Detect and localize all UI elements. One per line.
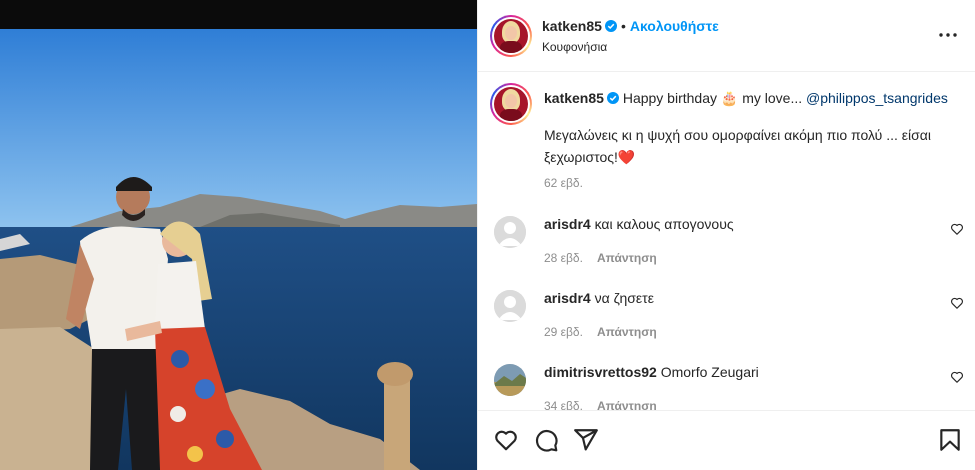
comment-text: και καλους απογονους <box>594 216 734 232</box>
comment-item: arisdr4 να ζησετε 29 εβδ. Απάντηση <box>478 290 975 364</box>
caption-mention-link[interactable]: @philippos_tsangrides <box>806 90 948 106</box>
post-detail-panel: katken85 • Ακολουθήστε Κουφονήσια katken85… <box>477 0 975 470</box>
comments-list[interactable]: katken85 Happy birthday 🎂 my love... @ph… <box>478 73 975 410</box>
comment-username[interactable]: arisdr4 <box>544 290 591 306</box>
comment-meta: 28 εβδ. Απάντηση <box>544 249 657 265</box>
photo-top-letterbox <box>0 0 477 29</box>
comment-body: arisdr4 να ζησετε <box>544 290 654 306</box>
comment-timestamp[interactable]: 34 εβδ. <box>544 399 583 410</box>
caption-text-mid: my love... <box>742 90 803 106</box>
comment-text: να ζησετε <box>594 290 654 306</box>
caption-timestamp[interactable]: 62 εβδ. <box>544 176 583 190</box>
reply-button[interactable]: Απάντηση <box>597 399 657 410</box>
comment-username[interactable]: arisdr4 <box>544 216 591 232</box>
comment-username[interactable]: dimitrisvrettos92 <box>544 364 657 380</box>
comment-body: dimitrisvrettos92 Omorfo Zeugari <box>544 364 759 380</box>
post-photo[interactable] <box>0 0 477 470</box>
couple-by-sea-image <box>0 29 477 470</box>
comment-meta: 29 εβδ. Απάντηση <box>544 323 657 339</box>
more-options-icon[interactable] <box>938 27 958 43</box>
verified-badge-icon <box>606 92 619 104</box>
save-bookmark-icon[interactable] <box>937 427 963 453</box>
share-icon[interactable] <box>573 427 599 453</box>
reply-button[interactable]: Απάντηση <box>597 251 657 265</box>
separator-dot: • <box>620 18 626 34</box>
author-line: katken85 • Ακολουθήστε <box>542 18 719 34</box>
verified-badge-icon <box>604 20 617 32</box>
heart-outline-icon[interactable] <box>950 222 964 236</box>
caption-body-text: Μεγαλώνεις κι η ψυχή σου ομορφαίνει ακόμ… <box>544 127 931 165</box>
default-avatar-icon[interactable] <box>494 290 526 322</box>
like-heart-icon[interactable] <box>493 427 519 453</box>
default-avatar-icon[interactable] <box>494 216 526 248</box>
comment-meta: 34 εβδ. Απάντηση <box>544 397 657 410</box>
caption-author-avatar[interactable] <box>490 83 532 125</box>
author-username[interactable]: katken85 <box>542 18 602 34</box>
post-location[interactable]: Κουφονήσια <box>542 40 607 54</box>
caption-text-start: Happy birthday <box>622 90 717 106</box>
heart-emoji: ❤️ <box>617 149 636 165</box>
comment-text: Omorfo Zeugari <box>660 364 759 380</box>
follow-button[interactable]: Ακολουθήστε <box>630 18 719 34</box>
post-header: katken85 • Ακολουθήστε Κουφονήσια <box>478 0 975 72</box>
caption-author-username[interactable]: katken85 <box>544 90 604 106</box>
reply-button[interactable]: Απάντηση <box>597 325 657 339</box>
comment-timestamp[interactable]: 28 εβδ. <box>544 251 583 265</box>
author-avatar[interactable] <box>490 15 532 57</box>
heart-outline-icon[interactable] <box>950 296 964 310</box>
comment-body: arisdr4 και καλους απογονους <box>544 216 734 232</box>
landscape-avatar-icon[interactable] <box>494 364 526 396</box>
comment-item: dimitrisvrettos92 Omorfo Zeugari 34 εβδ.… <box>478 364 975 410</box>
comment-timestamp[interactable]: 29 εβδ. <box>544 325 583 339</box>
heart-outline-icon[interactable] <box>950 370 964 384</box>
caption-body: Μεγαλώνεις κι η ψυχή σου ομορφαίνει ακόμ… <box>544 124 954 168</box>
cake-emoji: 🎂 <box>720 90 739 106</box>
caption-first-line: katken85 Happy birthday 🎂 my love... @ph… <box>544 90 948 107</box>
comment-item: arisdr4 και καλους απογονους 28 εβδ. Απάν… <box>478 216 975 290</box>
comment-icon[interactable] <box>533 427 559 453</box>
post-action-bar <box>478 410 975 470</box>
